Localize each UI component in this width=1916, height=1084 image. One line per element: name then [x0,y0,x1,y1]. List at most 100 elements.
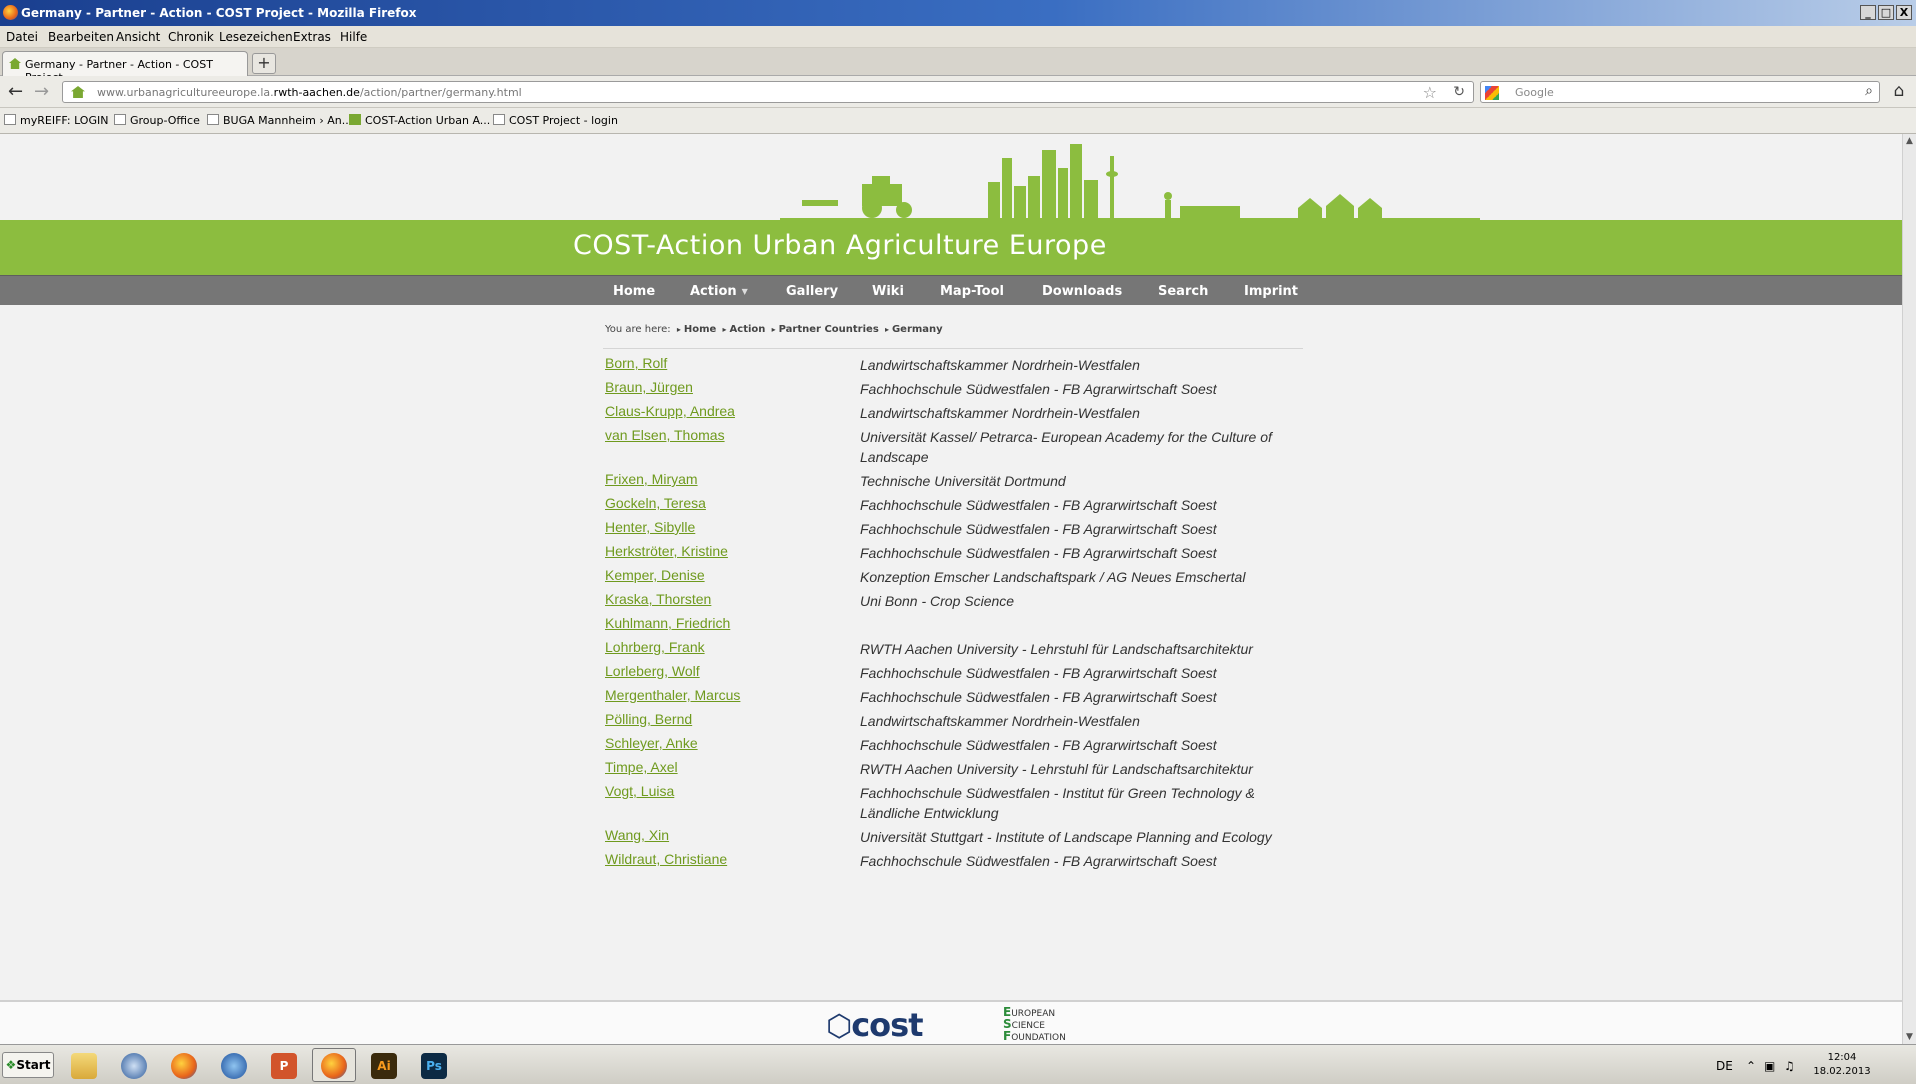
partner-institution: Fachhochschule Südwestfalen - FB Agrarwi… [860,665,1217,681]
breadcrumb-partner-countries[interactable]: Partner Countries [779,324,879,335]
home-icon[interactable]: ⌂ [1886,81,1912,103]
start-button[interactable]: ❖Start [2,1052,54,1078]
nav-search[interactable]: Search [1158,284,1208,299]
menu-bearbeiten[interactable]: Bearbeiten [48,30,114,44]
partner-row: Born, Rolf Landwirtschaftskammer Nordrhei… [605,355,1305,379]
clock[interactable]: 12:04 18.02.2013 [1812,1051,1872,1079]
firefox-active-icon[interactable] [312,1048,356,1082]
partner-row: Gockeln, Teresa Fachhochschule Südwestfal… [605,495,1305,519]
partner-name-link[interactable]: Wildraut, Christiane [605,851,727,867]
network-icon[interactable]: ▣ [1764,1059,1775,1073]
menu-ansicht[interactable]: Ansicht [116,30,160,44]
partner-name-link[interactable]: Kemper, Denise [605,567,705,583]
partner-name-link[interactable]: Lohrberg, Frank [605,639,705,655]
partner-name-link[interactable]: Gockeln, Teresa [605,495,706,511]
main-navigation: Home Action ▼ Gallery Wiki Map-Tool Downl… [0,275,1902,305]
partner-name-link[interactable]: Vogt, Luisa [605,783,674,799]
page-viewport: COST-Action Urban Agriculture Europe Hom… [0,134,1902,1044]
partner-institution: Universität Kassel/ Petrarca- European A… [860,429,1272,465]
new-tab-button[interactable]: + [252,53,276,74]
scroll-down-icon[interactable]: ▼ [1906,1032,1913,1042]
partner-row: Kemper, Denise Konzeption Emscher Landsch… [605,567,1305,591]
nav-gallery[interactable]: Gallery [786,284,838,299]
google-earth-icon[interactable] [212,1048,256,1082]
partner-name-link[interactable]: Schleyer, Anke [605,735,698,751]
partner-row: Pölling, Bernd Landwirtschaftskammer Nord… [605,711,1305,735]
address-bar[interactable]: www.urbanagricultureeurope.la.rwth-aache… [62,81,1474,103]
chevron-right-icon: ▸ [676,325,681,334]
partner-institution: Landwirtschaftskammer Nordrhein-Westfale… [860,713,1140,729]
partner-name-link[interactable]: Kuhlmann, Friedrich [605,615,730,631]
show-hidden-icons-icon[interactable]: ⌃ [1746,1059,1756,1073]
nav-home[interactable]: Home [613,284,655,299]
partner-institution: Fachhochschule Südwestfalen - FB Agrarwi… [860,521,1217,537]
bookmark-cost-action[interactable]: COST-Action Urban A... [349,114,490,127]
google-icon [1485,86,1499,100]
back-arrow-icon[interactable]: ← [8,81,23,105]
partner-row: Schleyer, Anke Fachhochschule Südwestfale… [605,735,1305,759]
illustrator-icon[interactable]: Ai [362,1048,406,1082]
minimize-button[interactable]: _ [1860,5,1876,20]
search-icon[interactable]: ⌕ [1865,83,1873,99]
partner-name-link[interactable]: Claus-Krupp, Andrea [605,403,735,419]
language-indicator[interactable]: DE [1716,1059,1746,1073]
powerpoint-icon[interactable]: P [262,1048,306,1082]
bookmark-star-icon[interactable]: ☆ [1423,83,1437,102]
partner-name-link[interactable]: van Elsen, Thomas [605,427,725,443]
partner-name-link[interactable]: Lorleberg, Wolf [605,663,700,679]
menu-extras[interactable]: Extras [293,30,331,44]
partner-institution: Konzeption Emscher Landschaftspark / AG … [860,569,1246,585]
bookmark-group-office[interactable]: Group-Office [114,114,200,127]
partner-name-link[interactable]: Herkströter, Kristine [605,543,728,559]
partner-name-link[interactable]: Kraska, Thorsten [605,591,711,607]
menu-hilfe[interactable]: Hilfe [340,30,367,44]
photoshop-icon[interactable]: Ps [412,1048,456,1082]
partner-name-link[interactable]: Pölling, Bernd [605,711,692,727]
thunderbird-icon[interactable] [112,1048,156,1082]
partner-institution: Uni Bonn - Crop Science [860,593,1015,609]
search-bar[interactable]: Google ⌕ [1480,81,1880,103]
nav-imprint[interactable]: Imprint [1244,284,1298,299]
nav-map-tool[interactable]: Map-Tool [940,284,1004,299]
search-placeholder: Google [1515,86,1554,99]
forward-arrow-icon[interactable]: → [34,81,49,105]
partner-name-link[interactable]: Timpe, Axel [605,759,678,775]
menu-chronik[interactable]: Chronik [168,30,214,44]
partner-name-link[interactable]: Wang, Xin [605,827,669,843]
maximize-button[interactable]: □ [1878,5,1894,20]
menu-bar: Datei Bearbeiten Ansicht Chronik Lesezei… [0,26,1916,48]
partner-name-link[interactable]: Henter, Sibylle [605,519,695,535]
partner-row: Timpe, Axel RWTH Aachen University - Lehr… [605,759,1305,783]
bookmark-cost-project-login[interactable]: COST Project - login [493,114,618,127]
vertical-scrollbar[interactable]: ▲ ▼ [1902,134,1916,1044]
esf-logo[interactable]: EUROPEAN SCIENCE FOUNDATION [1003,1006,1066,1043]
tab-germany-partner[interactable]: Germany - Partner - Action - COST Projec… [2,51,248,84]
partner-name-link[interactable]: Mergenthaler, Marcus [605,687,740,703]
windows-taskbar: ❖Start P Ai Ps DE ⌃ ▣ ♫ 12:04 18.02.2013 [0,1044,1916,1084]
bookmark-buga[interactable]: BUGA Mannheim › An... [207,114,352,127]
cost-logo[interactable]: ⬡cost [826,1006,924,1044]
menu-datei[interactable]: Datei [6,30,38,44]
firefox-icon[interactable] [162,1048,206,1082]
partner-name-link[interactable]: Born, Rolf [605,355,667,371]
nav-wiki[interactable]: Wiki [872,284,904,299]
nav-action[interactable]: Action ▼ [690,284,748,299]
bookmark-myreiff[interactable]: myREIFF: LOGIN [4,114,108,127]
breadcrumb-home[interactable]: Home [684,324,716,335]
bookmark-icon [493,114,505,125]
bookmark-icon [4,114,16,125]
partner-institution: Landwirtschaftskammer Nordrhein-Westfale… [860,405,1140,421]
menu-lesezeichen[interactable]: Lesezeichen [219,30,293,44]
partner-name-link[interactable]: Frixen, Miryam [605,471,698,487]
explorer-icon[interactable] [62,1048,106,1082]
scroll-up-icon[interactable]: ▲ [1906,136,1913,146]
partner-institution: Landwirtschaftskammer Nordrhein-Westfale… [860,357,1140,373]
volume-icon[interactable]: ♫ [1784,1059,1795,1073]
navigation-toolbar: ← → www.urbanagricultureeurope.la.rwth-a… [0,76,1916,108]
reload-icon[interactable]: ↻ [1453,84,1465,100]
partner-name-link[interactable]: Braun, Jürgen [605,379,693,395]
nav-downloads[interactable]: Downloads [1042,284,1122,299]
close-button[interactable]: X [1896,5,1912,20]
breadcrumb-action[interactable]: Action [730,324,766,335]
partner-row: Wildraut, Christiane Fachhochschule Südwe… [605,851,1305,875]
